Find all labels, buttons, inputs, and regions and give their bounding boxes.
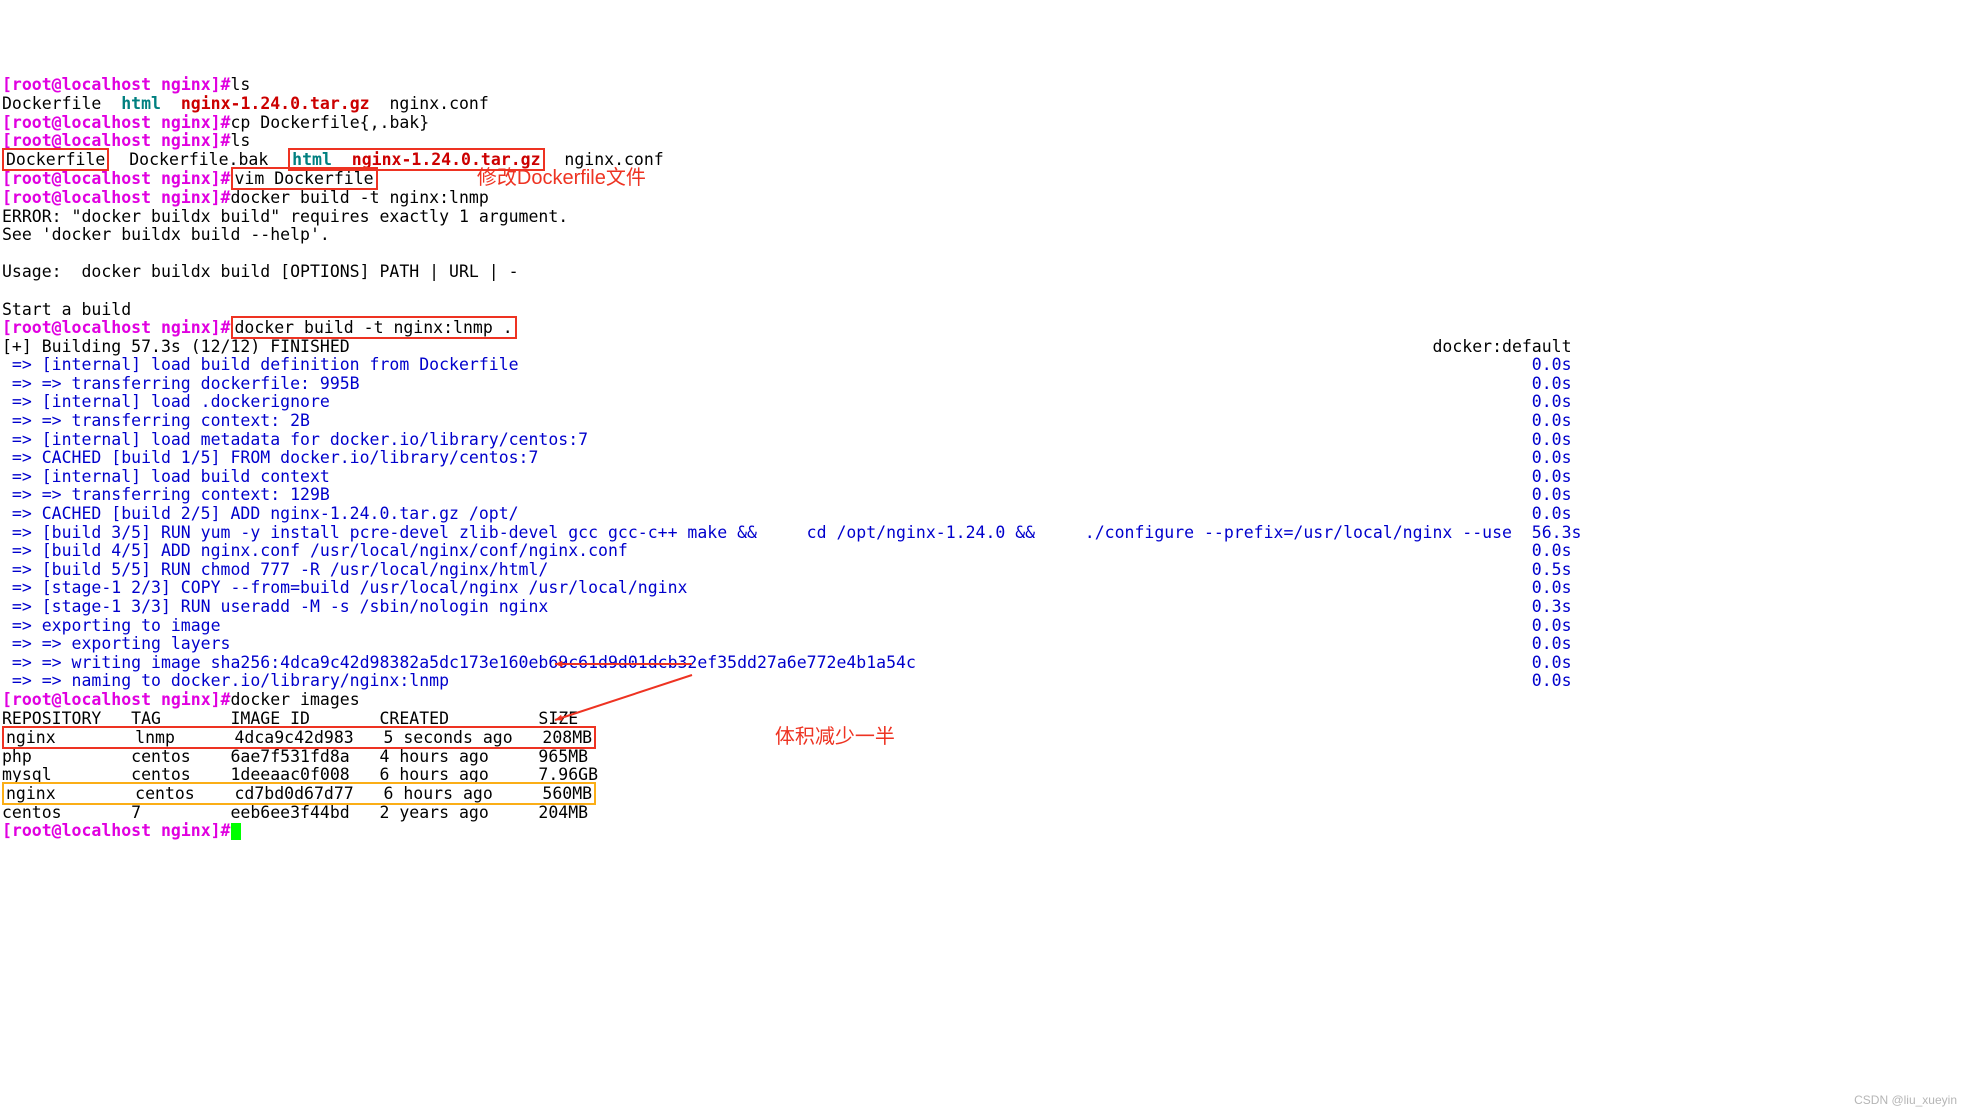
build-step: => => transferring dockerfile: 995B 0.0s <box>2 374 1572 393</box>
build-step: => CACHED [build 2/5] ADD nginx-1.24.0.t… <box>2 504 1572 523</box>
highlight-vim-cmd: vim Dockerfile <box>231 167 378 190</box>
highlight-image-row-lnmp: nginx lnmp 4dca9c42d983 5 seconds ago 20… <box>2 726 596 749</box>
build-step: => CACHED [build 1/5] FROM docker.io/lib… <box>2 448 1572 467</box>
terminal-output: [root@localhost nginx]#ls Dockerfile htm… <box>2 76 1963 840</box>
build-step: => [stage-1 3/3] RUN useradd -M -s /sbin… <box>2 597 1572 616</box>
highlight-image-row-centos: nginx centos cd7bd0d67d77 6 hours ago 56… <box>2 782 596 805</box>
build-step: => => transferring context: 2B 0.0s <box>2 411 1572 430</box>
build-step: => [internal] load build context 0.0s <box>2 467 1572 486</box>
build-step: => [internal] load build definition from… <box>2 355 1572 374</box>
build-step: => [stage-1 2/3] COPY --from=build /usr/… <box>2 578 1572 597</box>
build-step: => [build 3/5] RUN yum -y install pcre-d… <box>2 523 1581 542</box>
build-step: => => naming to docker.io/library/nginx:… <box>2 671 1572 690</box>
build-step: => [build 4/5] ADD nginx.conf /usr/local… <box>2 541 1572 560</box>
build-step: => [internal] load metadata for docker.i… <box>2 430 1572 449</box>
watermark: CSDN @liu_xueyin <box>1854 1091 1957 1110</box>
build-step: => [internal] load .dockerignore 0.0s <box>2 392 1572 411</box>
build-step: => => writing image sha256:4dca9c42d9838… <box>2 653 1572 672</box>
cmd-ls: ls <box>231 75 251 94</box>
build-step: => [build 5/5] RUN chmod 777 -R /usr/loc… <box>2 560 1572 579</box>
annotation-size: 体积减少一半 <box>775 726 895 748</box>
cursor <box>231 823 241 840</box>
build-step: => exporting to image 0.0s <box>2 616 1572 635</box>
annotation-vim: 修改Dockerfile文件 <box>477 167 646 189</box>
highlight-build-cmd: docker build -t nginx:lnmp . <box>231 316 517 339</box>
build-step: => => exporting layers 0.0s <box>2 634 1572 653</box>
highlight-dockerfile: Dockerfile <box>2 148 109 171</box>
build-step: => => transferring context: 129B 0.0s <box>2 485 1572 504</box>
